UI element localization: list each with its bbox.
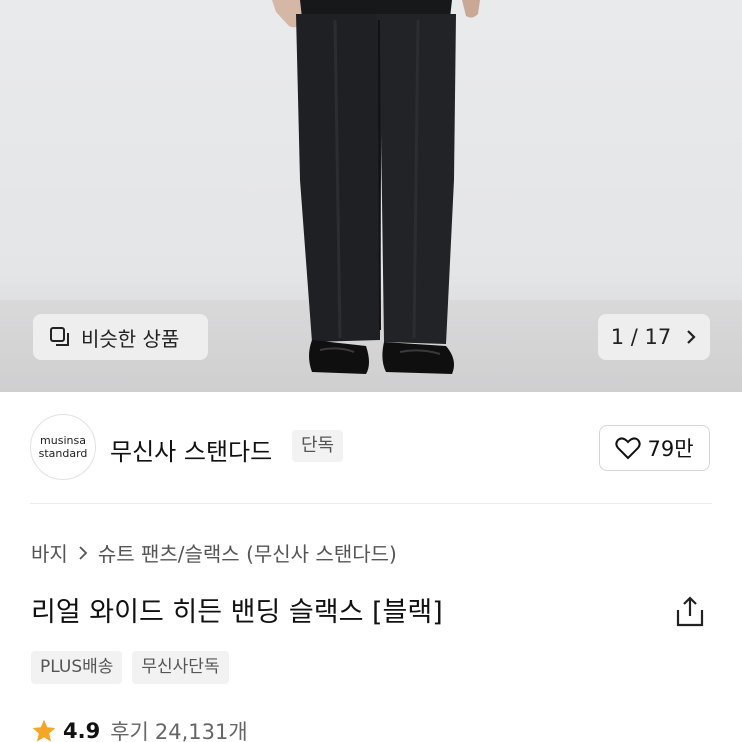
rating-score: 4.9 [63,719,101,742]
review-count: 24,131개 [154,720,248,742]
divider [30,503,712,504]
tag-plus-delivery: PLUS배송 [31,651,123,684]
chevron-right-icon [687,330,696,344]
copy-icon [50,327,69,346]
similar-products-button[interactable]: 비슷한 상품 [33,314,208,360]
similar-products-label: 비슷한 상품 [81,326,180,351]
brand-logo[interactable]: musinsa standard [30,414,96,480]
review-label: 후기 [110,720,149,742]
like-count: 79만 [647,437,694,461]
star-icon [32,719,56,742]
breadcrumb-category[interactable]: 바지 [31,538,68,567]
breadcrumb: 바지 슈트 팬츠/슬랙스 (무신사 스탠다드) [31,538,397,567]
like-button[interactable]: 79만 [599,425,710,471]
product-tags: PLUS배송 무신사단독 [31,651,229,684]
brand-name[interactable]: 무신사 스탠다드 [110,432,272,467]
tag-exclusive: 무신사단독 [132,651,229,684]
heart-icon [615,437,642,460]
image-pager-count: 1 / 17 [610,325,672,349]
chevron-right-icon [79,545,88,560]
rating-summary[interactable]: 4.9 후기 24,131개 [31,716,248,742]
image-pager[interactable]: 1 / 17 [598,314,710,360]
exclusive-badge: 단독 [292,430,344,462]
brand-row: musinsa standard 무신사 스탠다드 단독 79만 [0,392,742,504]
brand-logo-line1: musinsa [40,434,86,447]
breadcrumb-subcategory[interactable]: 슈트 팬츠/슬랙스 (무신사 스탠다드) [98,538,397,567]
share-icon[interactable] [672,594,708,630]
brand-logo-line2: standard [38,447,88,460]
product-image[interactable]: 비슷한 상품 1 / 17 [0,0,742,392]
product-title: 리얼 와이드 히든 밴딩 슬랙스 [블랙] [31,597,443,628]
